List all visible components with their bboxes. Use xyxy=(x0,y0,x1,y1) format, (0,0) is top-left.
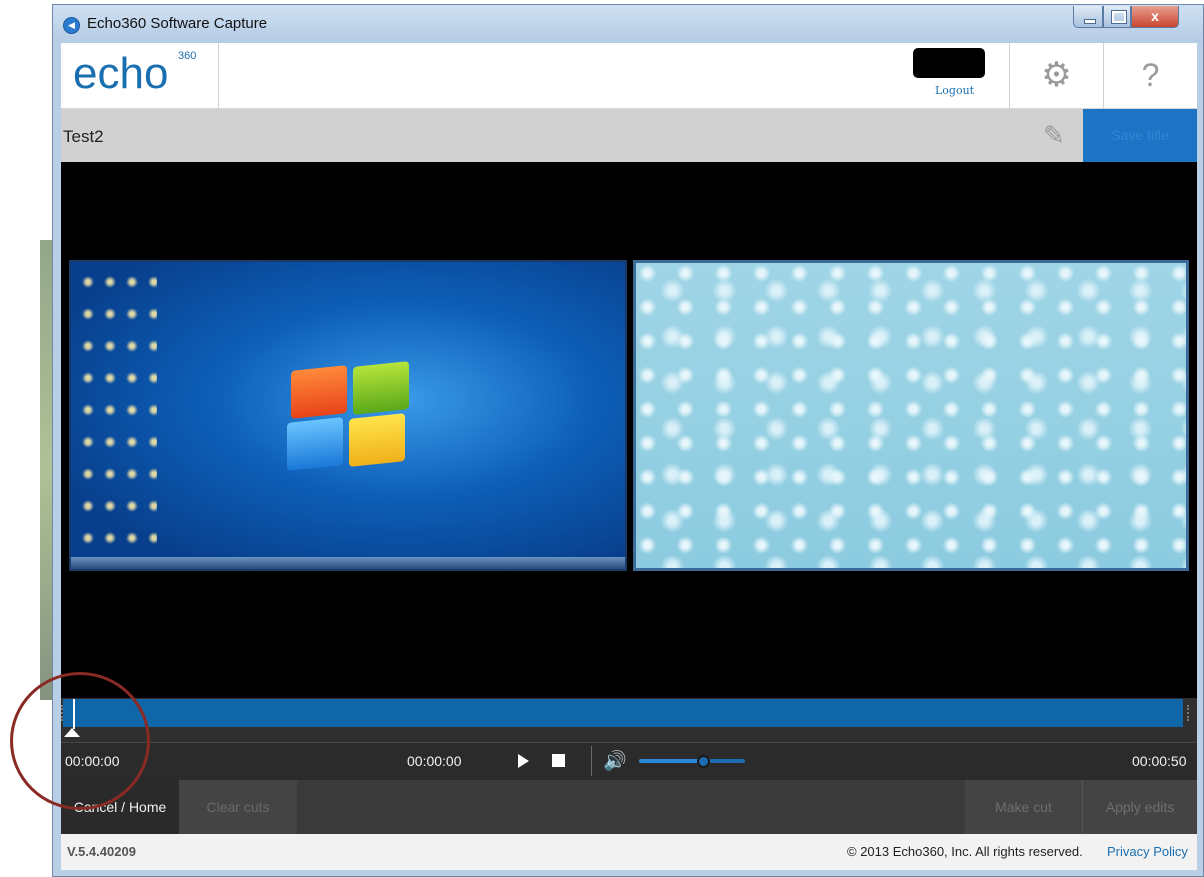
edit-pencil-icon[interactable]: ✎ xyxy=(1043,121,1071,149)
window-title: Echo360 Software Capture xyxy=(87,15,268,32)
video-preview-area xyxy=(61,162,1197,698)
playback-controls: 00:00:00 00:00:00 🔊 00:00:50 xyxy=(61,742,1197,780)
logo-blue-pane xyxy=(287,417,343,471)
play-button[interactable] xyxy=(518,754,529,768)
footer: V.5.4.40209 © 2013 Echo360, Inc. All rig… xyxy=(61,834,1197,870)
backdrop-strip xyxy=(40,240,52,700)
edit-actions-bar: Cancel / Home Clear cuts Make cut Apply … xyxy=(61,780,1197,834)
logo-green-pane xyxy=(353,361,409,415)
capture-title-bar: ✎ Save title xyxy=(61,109,1197,162)
volume-fill xyxy=(639,759,703,763)
logo-red-pane xyxy=(291,365,347,419)
title-bar[interactable]: ◀ Echo360 Software Capture x xyxy=(53,5,1203,43)
user-name-redacted xyxy=(913,48,985,78)
capture-title-input[interactable] xyxy=(61,126,1045,148)
timeline-track[interactable] xyxy=(61,699,1189,729)
annotation-circle xyxy=(10,672,150,810)
privacy-policy-link[interactable]: Privacy Policy xyxy=(1107,844,1188,859)
settings-button[interactable]: ⚙ xyxy=(1009,43,1103,108)
taskbar xyxy=(71,557,625,569)
app-client-area: echo 360 Logout ⚙ ? ✎ Save title xyxy=(61,43,1197,870)
timeline[interactable] xyxy=(61,698,1197,742)
volume-icon[interactable]: 🔊 xyxy=(603,749,627,773)
apply-edits-button[interactable]: Apply edits xyxy=(1083,780,1197,834)
maximize-icon xyxy=(1111,10,1127,24)
controls-divider xyxy=(591,746,592,776)
current-time: 00:00:00 xyxy=(407,753,462,769)
make-cut-button[interactable]: Make cut xyxy=(965,780,1083,834)
desktop-icons xyxy=(77,266,157,551)
end-time: 00:00:50 xyxy=(1132,753,1187,769)
windows-logo xyxy=(287,361,413,471)
minimize-button[interactable] xyxy=(1073,6,1103,28)
stop-button[interactable] xyxy=(552,754,565,767)
minimize-icon xyxy=(1084,19,1096,24)
screen-capture-preview xyxy=(69,260,627,571)
app-header: echo 360 Logout ⚙ ? xyxy=(61,43,1197,109)
logout-link[interactable]: Logout xyxy=(935,84,974,97)
save-title-button[interactable]: Save title xyxy=(1083,109,1197,162)
logo-superscript: 360 xyxy=(178,50,197,62)
logo-wordmark: echo xyxy=(73,49,169,98)
volume-knob[interactable] xyxy=(696,755,710,768)
help-button[interactable]: ? xyxy=(1103,43,1197,108)
close-icon: x xyxy=(1151,8,1159,24)
close-button[interactable]: x xyxy=(1131,6,1179,28)
logo-yellow-pane xyxy=(349,413,405,467)
echo360-app-icon: ◀ xyxy=(63,17,80,34)
gear-icon: ⚙ xyxy=(1041,56,1072,94)
clear-cuts-button[interactable]: Clear cuts xyxy=(179,780,297,834)
volume-slider[interactable] xyxy=(639,759,745,763)
echo360-logo: echo 360 xyxy=(61,43,219,108)
help-icon: ? xyxy=(1141,57,1160,93)
maximize-button[interactable] xyxy=(1103,6,1131,28)
timeline-grip-right[interactable] xyxy=(1187,705,1195,721)
app-window: ◀ Echo360 Software Capture x echo 360 Lo… xyxy=(52,4,1204,877)
copyright-text: © 2013 Echo360, Inc. All rights reserved… xyxy=(847,844,1083,859)
video-capture-preview xyxy=(633,260,1189,571)
version-label: V.5.4.40209 xyxy=(67,844,136,859)
